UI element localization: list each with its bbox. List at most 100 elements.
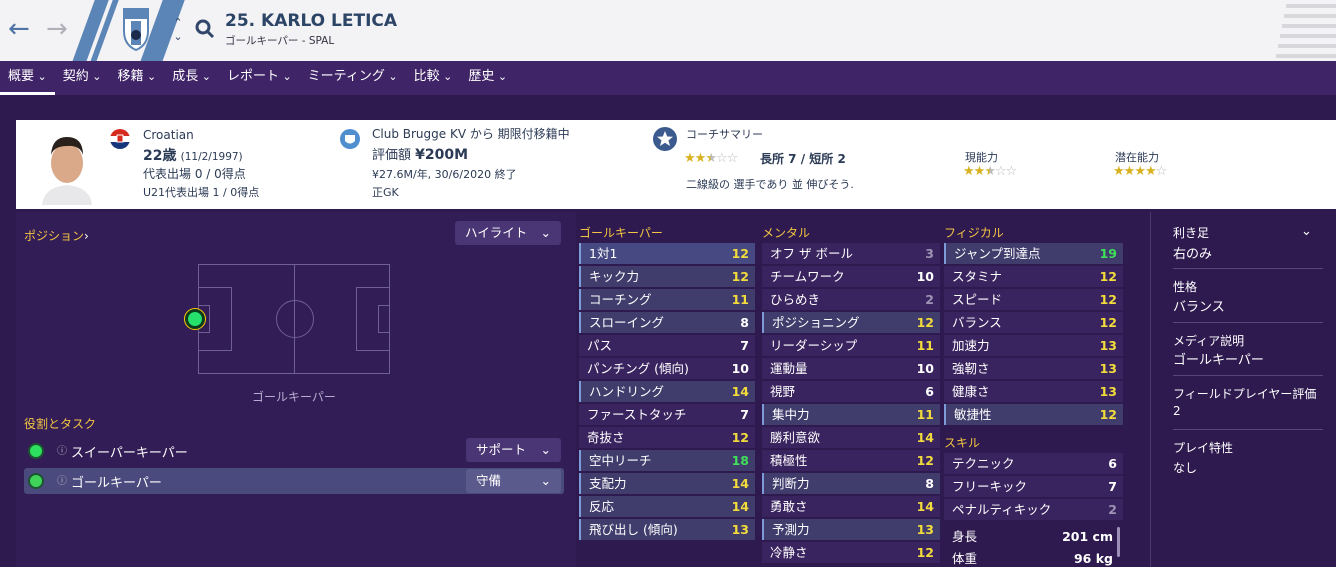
attribute-value: 3 bbox=[925, 246, 934, 261]
chevron-down-icon: ⌄ bbox=[198, 70, 211, 83]
attribute-name: 加速力 bbox=[952, 338, 990, 353]
chevron-down-icon[interactable]: ⌄ bbox=[1301, 224, 1312, 239]
attribute-row[interactable]: 冷静さ 12 bbox=[762, 542, 940, 563]
outfield-rating: 2 bbox=[1173, 404, 1181, 418]
player-traits: なし bbox=[1173, 461, 1198, 475]
attribute-row[interactable]: スピード 12 bbox=[944, 289, 1123, 310]
attribute-row[interactable]: 飛び出し (傾向) 13 bbox=[579, 519, 755, 540]
attribute-row[interactable]: 判断力 8 bbox=[762, 473, 940, 494]
attribute-row[interactable]: 奇抜さ 12 bbox=[579, 427, 755, 448]
attribute-row[interactable]: 運動量 10 bbox=[762, 358, 940, 379]
attribute-name: 奇抜さ bbox=[587, 430, 625, 445]
attribute-row[interactable]: 支配力 14 bbox=[579, 473, 755, 494]
center-circle bbox=[276, 300, 314, 338]
attribute-row[interactable]: 強靭さ 13 bbox=[944, 358, 1123, 379]
attribute-row[interactable]: ペナルティキック 2 bbox=[944, 499, 1123, 520]
info-icon[interactable]: ⓘ bbox=[57, 442, 67, 457]
info-icon[interactable]: ⓘ bbox=[57, 472, 67, 487]
tab-3[interactable]: 成長 ⌄ bbox=[164, 61, 219, 95]
tab-7[interactable]: 歴史 ⌄ bbox=[460, 61, 515, 95]
attribute-row[interactable]: 反応 14 bbox=[579, 496, 755, 517]
attribute-row[interactable]: 健康さ 13 bbox=[944, 381, 1123, 402]
player-switch-arrows[interactable]: ⌃ ⌄ bbox=[171, 16, 185, 44]
attribute-row[interactable]: テクニック 6 bbox=[944, 453, 1123, 474]
role-row-goalkeeper[interactable]: ⓘ ゴールキーパー 守備 ⌄ bbox=[24, 468, 564, 494]
outfield-rating-label: フィールドプレイヤー評価 bbox=[1173, 387, 1317, 401]
duty-dropdown[interactable]: 守備 ⌄ bbox=[466, 469, 561, 493]
attribute-row[interactable]: スローイング 8 bbox=[579, 312, 755, 333]
attribute-row[interactable]: リーダーシップ 11 bbox=[762, 335, 940, 356]
attribute-value: 6 bbox=[1108, 456, 1117, 471]
tab-1[interactable]: 契約 ⌄ bbox=[55, 61, 110, 95]
tab-2[interactable]: 移籍 ⌄ bbox=[109, 61, 164, 95]
attribute-row[interactable]: バランス 12 bbox=[944, 312, 1123, 333]
wage: ¥27.6M/年, 30/6/2020 終了 bbox=[372, 168, 517, 181]
club-brugge-badge-icon bbox=[340, 129, 360, 149]
attribute-row[interactable]: 視野 6 bbox=[762, 381, 940, 402]
attribute-row[interactable]: パンチング (傾向) 10 bbox=[579, 358, 755, 379]
attribute-value: 13 bbox=[1099, 384, 1117, 399]
chevron-down-icon: ⌄ bbox=[278, 70, 292, 83]
attribute-row[interactable]: 積極性 12 bbox=[762, 450, 940, 471]
player-photo bbox=[36, 125, 98, 205]
divider bbox=[1173, 268, 1323, 269]
tab-6[interactable]: 比較 ⌄ bbox=[406, 61, 461, 95]
attribute-row[interactable]: ポジショニング 12 bbox=[762, 312, 940, 333]
goalkeeping-heading: ゴールキーパー bbox=[579, 226, 663, 240]
attribute-row[interactable]: 1対1 12 bbox=[579, 243, 755, 264]
positions-title[interactable]: ポジション› bbox=[24, 227, 89, 244]
positions-title-text: ポジション bbox=[24, 229, 85, 243]
attribute-row[interactable]: 勇敢さ 14 bbox=[762, 496, 940, 517]
attribute-row[interactable]: 予測力 13 bbox=[762, 519, 940, 540]
attribute-row[interactable]: パス 7 bbox=[579, 335, 755, 356]
attribute-name: 積極性 bbox=[770, 453, 808, 468]
divider bbox=[1173, 375, 1323, 376]
attribute-name: 運動量 bbox=[770, 361, 808, 376]
attribute-value: 12 bbox=[731, 246, 749, 261]
attribute-name: スローイング bbox=[589, 315, 665, 330]
attribute-row[interactable]: 空中リーチ 18 bbox=[579, 450, 755, 471]
attribute-name: ひらめき bbox=[770, 292, 821, 307]
attribute-value: 10 bbox=[916, 361, 934, 376]
duty-dropdown[interactable]: サポート ⌄ bbox=[466, 438, 561, 462]
attribute-row[interactable]: オフ ザ ボール 3 bbox=[762, 243, 940, 264]
tab-0[interactable]: 概要 ⌄ bbox=[0, 61, 55, 95]
attribute-row[interactable]: ジャンプ到達点 19 bbox=[944, 243, 1123, 264]
attribute-name: チームワーク bbox=[770, 269, 845, 284]
attribute-name: バランス bbox=[952, 315, 1002, 330]
scrollbar[interactable] bbox=[1117, 527, 1120, 557]
attribute-name: 予測力 bbox=[772, 522, 810, 537]
attribute-value: 12 bbox=[1099, 269, 1117, 284]
attribute-row[interactable]: フリーキック 7 bbox=[944, 476, 1123, 497]
attribute-row[interactable]: 勝利意欲 14 bbox=[762, 427, 940, 448]
forward-arrow-icon[interactable]: → bbox=[46, 14, 68, 44]
role-name: ゴールキーパー bbox=[71, 476, 162, 491]
highlight-dropdown[interactable]: ハイライト ⌄ bbox=[455, 221, 561, 245]
attribute-row[interactable]: コーチング 11 bbox=[579, 289, 755, 310]
attribute-value: 14 bbox=[731, 499, 749, 514]
attribute-value: 2 bbox=[1108, 502, 1117, 517]
attribute-row[interactable]: スタミナ 12 bbox=[944, 266, 1123, 287]
attribute-row[interactable]: 敏捷性 12 bbox=[944, 404, 1123, 425]
star-icon: ☆ bbox=[715, 151, 728, 166]
star-icon: ☆ bbox=[994, 164, 1007, 179]
role-row-sweeper-keeper[interactable]: ⓘ スイーパーキーパー サポート ⌄ bbox=[24, 438, 564, 464]
attribute-name: 集中力 bbox=[772, 407, 810, 422]
back-arrow-icon[interactable]: ← bbox=[8, 14, 30, 44]
attribute-name: 勝利意欲 bbox=[770, 430, 821, 445]
attribute-value: 13 bbox=[916, 522, 934, 537]
attribute-value: 12 bbox=[916, 453, 934, 468]
tab-5[interactable]: ミーティング ⌄ bbox=[300, 61, 406, 95]
attribute-value: 12 bbox=[916, 545, 934, 560]
chevron-down-icon: ⌄ bbox=[439, 70, 453, 83]
attribute-row[interactable]: ハンドリング 14 bbox=[579, 381, 755, 402]
search-icon[interactable] bbox=[194, 18, 216, 40]
attribute-row[interactable]: キック力 12 bbox=[579, 266, 755, 287]
attribute-row[interactable]: 加速力 13 bbox=[944, 335, 1123, 356]
attribute-row[interactable]: ひらめき 2 bbox=[762, 289, 940, 310]
attribute-row[interactable]: 集中力 11 bbox=[762, 404, 940, 425]
tab-4[interactable]: レポート ⌄ bbox=[219, 61, 300, 95]
attribute-row[interactable]: ファーストタッチ 7 bbox=[579, 404, 755, 425]
tab-label: 概要 bbox=[8, 69, 35, 84]
attribute-row[interactable]: チームワーク 10 bbox=[762, 266, 940, 287]
